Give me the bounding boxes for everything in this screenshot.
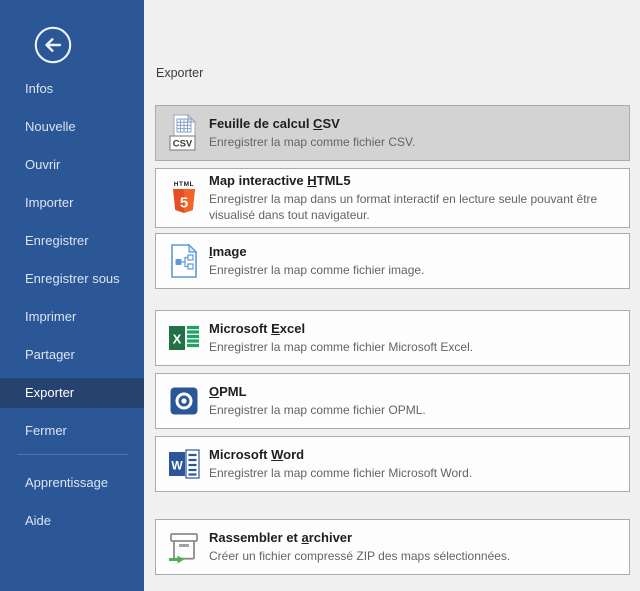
export-option-csv[interactable]: CSV Feuille de calcul CSV Enregistrer la… bbox=[155, 105, 630, 161]
export-option-word[interactable]: W Microsoft Word Enregistrer la map comm… bbox=[155, 436, 630, 492]
export-option-text: Image Enregistrer la map comme fichier i… bbox=[209, 244, 430, 278]
export-option-desc: Créer un fichier compressé ZIP des maps … bbox=[209, 548, 510, 564]
backstage-view: Infos Nouvelle Ouvrir Importer Enregistr… bbox=[0, 0, 640, 591]
sidebar-item-apprentissage[interactable]: Apprentissage bbox=[0, 468, 144, 498]
title-text: Microsoft bbox=[209, 447, 271, 462]
export-option-text: Feuille de calcul CSV Enregistrer la map… bbox=[209, 116, 421, 150]
svg-text:W: W bbox=[171, 459, 183, 473]
export-option-title: Feuille de calcul CSV bbox=[209, 116, 415, 132]
excel-logo-icon: X bbox=[168, 322, 200, 354]
word-logo-icon: W bbox=[168, 448, 200, 480]
accel-letter: O bbox=[209, 384, 219, 399]
title-text: Map interactive bbox=[209, 173, 307, 188]
export-option-title: Map interactive HTML5 bbox=[209, 173, 623, 189]
sidebar-divider bbox=[17, 454, 128, 455]
title-text: mage bbox=[213, 244, 247, 259]
title-text: xcel bbox=[280, 321, 305, 336]
export-option-desc: Enregistrer la map comme fichier CSV. bbox=[209, 134, 415, 150]
title-text: Microsoft bbox=[209, 321, 271, 336]
export-option-image[interactable]: Image Enregistrer la map comme fichier i… bbox=[155, 233, 630, 289]
export-option-text: Microsoft Excel Enregistrer la map comme… bbox=[209, 321, 479, 355]
title-text: rchiver bbox=[309, 530, 352, 545]
export-option-desc: Enregistrer la map comme fichier Microso… bbox=[209, 339, 473, 355]
sidebar: Infos Nouvelle Ouvrir Importer Enregistr… bbox=[0, 0, 144, 591]
export-option-html5[interactable]: HTML 5 Map interactive HTML5 Enregistrer… bbox=[155, 168, 630, 228]
export-option-desc: Enregistrer la map comme fichier image. bbox=[209, 262, 424, 278]
sidebar-item-enregistrer[interactable]: Enregistrer bbox=[0, 226, 144, 256]
sidebar-item-fermer[interactable]: Fermer bbox=[0, 416, 144, 446]
export-option-desc: Enregistrer la map comme fichier OPML. bbox=[209, 402, 426, 418]
sidebar-item-exporter[interactable]: Exporter bbox=[0, 378, 144, 408]
export-option-excel[interactable]: X Microsoft Excel Enregistrer la map com… bbox=[155, 310, 630, 366]
back-arrow-icon bbox=[33, 25, 73, 65]
svg-text:HTML: HTML bbox=[174, 181, 194, 188]
title-text: SV bbox=[322, 116, 339, 131]
sidebar-item-importer[interactable]: Importer bbox=[0, 188, 144, 218]
sidebar-item-ouvrir[interactable]: Ouvrir bbox=[0, 150, 144, 180]
image-file-icon bbox=[168, 243, 200, 279]
html5-logo-icon: HTML 5 bbox=[168, 179, 200, 217]
export-option-title: Image bbox=[209, 244, 424, 260]
title-text: Rassembler et bbox=[209, 530, 302, 545]
svg-text:X: X bbox=[173, 332, 182, 347]
opml-logo-icon bbox=[168, 386, 200, 416]
sidebar-item-partager[interactable]: Partager bbox=[0, 340, 144, 370]
export-option-title: Microsoft Excel bbox=[209, 321, 473, 337]
accel-letter: W bbox=[271, 447, 283, 462]
sidebar-item-infos[interactable]: Infos bbox=[0, 74, 144, 104]
export-option-text: Map interactive HTML5 Enregistrer la map… bbox=[209, 173, 629, 223]
title-text: Feuille de calcul bbox=[209, 116, 313, 131]
archive-box-icon bbox=[168, 529, 200, 565]
svg-text:CSV: CSV bbox=[173, 139, 193, 150]
export-option-archive[interactable]: Rassembler et archiver Créer un fichier … bbox=[155, 519, 630, 575]
csv-spreadsheet-icon: CSV bbox=[168, 114, 200, 152]
accel-letter: H bbox=[307, 173, 316, 188]
title-text: TML5 bbox=[317, 173, 351, 188]
title-text: ord bbox=[283, 447, 304, 462]
export-option-opml[interactable]: OPML Enregistrer la map comme fichier OP… bbox=[155, 373, 630, 429]
svg-text:5: 5 bbox=[180, 195, 188, 212]
export-option-text: OPML Enregistrer la map comme fichier OP… bbox=[209, 384, 432, 418]
back-button[interactable] bbox=[33, 25, 73, 65]
export-option-title: Microsoft Word bbox=[209, 447, 472, 463]
accel-letter: E bbox=[271, 321, 280, 336]
export-option-desc: Enregistrer la map dans un format intera… bbox=[209, 191, 623, 223]
export-option-text: Microsoft Word Enregistrer la map comme … bbox=[209, 447, 478, 481]
accel-letter: a bbox=[302, 530, 309, 545]
export-option-text: Rassembler et archiver Créer un fichier … bbox=[209, 530, 516, 564]
export-option-title: Rassembler et archiver bbox=[209, 530, 510, 546]
sidebar-item-enregistrer-sous[interactable]: Enregistrer sous bbox=[0, 264, 144, 294]
sidebar-item-aide[interactable]: Aide bbox=[0, 506, 144, 536]
sidebar-nav: Infos Nouvelle Ouvrir Importer Enregistr… bbox=[0, 74, 144, 544]
sidebar-item-imprimer[interactable]: Imprimer bbox=[0, 302, 144, 332]
section-title: Exporter bbox=[156, 66, 203, 80]
export-option-title: OPML bbox=[209, 384, 426, 400]
export-option-desc: Enregistrer la map comme fichier Microso… bbox=[209, 465, 472, 481]
sidebar-item-nouvelle[interactable]: Nouvelle bbox=[0, 112, 144, 142]
title-text: PML bbox=[219, 384, 246, 399]
